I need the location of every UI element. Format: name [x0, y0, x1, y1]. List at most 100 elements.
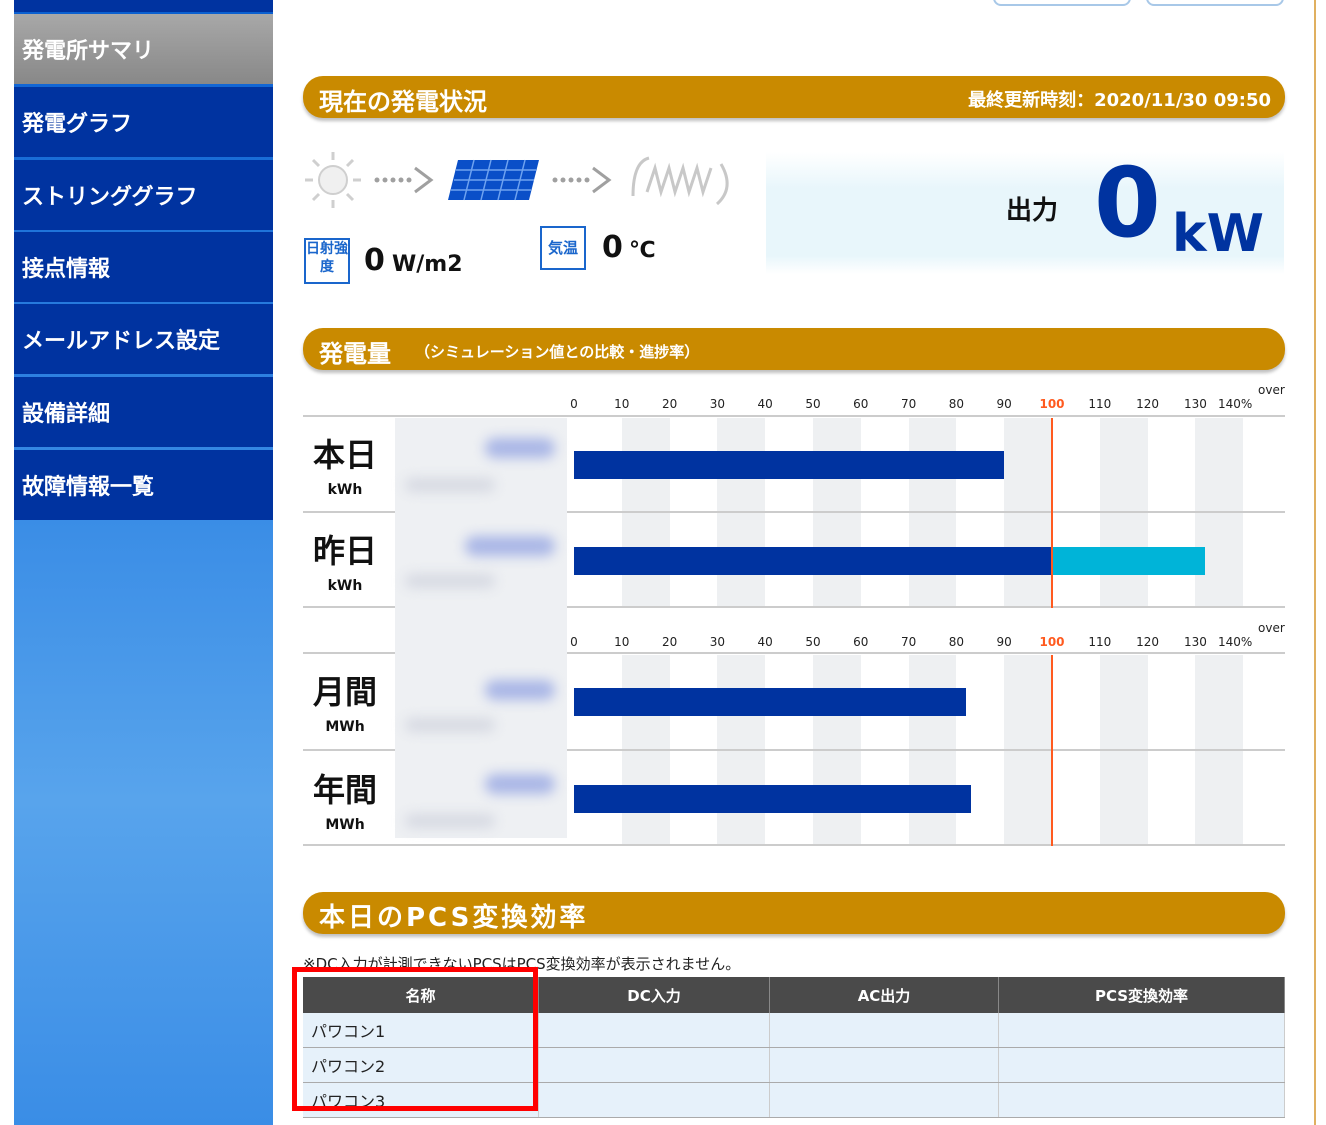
content-border: [1314, 0, 1316, 1125]
row-label-year: 年間 MWh: [303, 765, 387, 833]
row-unit: MWh: [325, 817, 365, 833]
blurred-value: [405, 478, 495, 492]
x-tick-label: 50: [805, 397, 821, 411]
ac-output-cell-blurred: [769, 1082, 999, 1118]
ac-output-cell-blurred: [769, 1047, 999, 1083]
x-tick-label: 30: [709, 635, 726, 649]
irradiance-value: 0: [364, 243, 385, 278]
temperature-unit: ℃: [629, 238, 656, 263]
sidebar-item-email-settings[interactable]: メールアドレス設定: [14, 304, 273, 374]
temperature-value: 0: [602, 230, 623, 265]
x-tick-label: 10: [614, 397, 630, 411]
output-value: 0: [1094, 147, 1161, 259]
top-button-1[interactable]: [993, 0, 1131, 6]
sidebar-top-item[interactable]: [14, 0, 273, 12]
arrow-right-icon: [552, 166, 612, 194]
blurred-value: [485, 438, 555, 458]
row-title: 昨日: [312, 532, 377, 570]
pcs-section-title: 本日のPCS変換効率: [319, 903, 589, 933]
highlight-box: [292, 967, 538, 1111]
blurred-value: [485, 774, 555, 794]
bar-本日: [574, 451, 1005, 479]
x-tick-over-label: over: [1258, 383, 1285, 397]
bar-昨日: [574, 547, 1052, 575]
x-tick-label: 50: [805, 635, 821, 649]
efficiency-cell-blurred: [998, 1082, 1285, 1118]
row-unit: MWh: [325, 719, 365, 735]
sidebar-item-label: 発電所サマリ: [22, 39, 155, 64]
x-tick-label: 110: [1088, 635, 1112, 649]
status-section-header: 現在の発電状況 最終更新時刻：2020/11/30 09:50: [303, 76, 1285, 118]
x-tick-label: 20: [661, 397, 678, 411]
x-tick-label: 30: [709, 397, 726, 411]
row-unit: kWh: [327, 578, 363, 594]
sidebar-item-fault-list[interactable]: 故障情報一覧: [14, 450, 273, 520]
top-button-2[interactable]: [1146, 0, 1284, 6]
x-tick-label: 70: [900, 635, 917, 649]
sidebar-item-label: ストリンググラフ: [22, 185, 198, 210]
sidebar-item-equipment-details[interactable]: 設備詳細: [14, 377, 273, 447]
blurred-value: [485, 680, 555, 700]
x-tick-label: 80: [948, 635, 965, 649]
x-tick-label: 10: [614, 635, 630, 649]
sidebar-item-label: 接点情報: [22, 257, 111, 282]
chart-grid-band: [1004, 418, 1052, 608]
sidebar: 発電所サマリ 発電グラフ ストリンググラフ 接点情報 メールアドレス設定 設備詳…: [14, 0, 273, 1125]
blurred-value: [405, 814, 495, 828]
dc-input-cell-blurred: [538, 1013, 770, 1048]
row-label-today: 本日 kWh: [303, 430, 387, 498]
x-tick-label: 140%: [1218, 397, 1253, 411]
sidebar-item-contact-info[interactable]: 接点情報: [14, 232, 273, 302]
generation-section-title: 発電量: [319, 340, 391, 368]
sidebar-item-string-graph[interactable]: ストリンググラフ: [14, 160, 273, 230]
temperature-badge: 気温: [540, 226, 586, 270]
power-wave-icon: [631, 156, 729, 206]
x-tick-label: 130: [1183, 397, 1207, 411]
x-tick-label: 120: [1136, 397, 1160, 411]
blurred-value: [465, 536, 555, 556]
x-tick-label: 110: [1088, 397, 1112, 411]
output-unit: kW: [1172, 204, 1264, 264]
irradiance-badge: 日射強度: [304, 238, 350, 284]
row-divider: [303, 844, 1285, 846]
row-title: 年間: [312, 771, 377, 809]
x-tick-label: 40: [757, 635, 773, 649]
row-title: 月間: [312, 673, 377, 711]
reference-line-100: [1051, 655, 1053, 846]
dc-input-cell-blurred: [538, 1082, 770, 1118]
blurred-value: [405, 718, 495, 732]
output-label: 出力: [1006, 196, 1059, 226]
sidebar-item-generation-graph[interactable]: 発電グラフ: [14, 87, 273, 157]
chart-grid-band: [621, 418, 670, 608]
last-updated-time: 最終更新時刻：2020/11/30 09:50: [968, 90, 1271, 111]
dc-input-cell-blurred: [538, 1047, 770, 1083]
sidebar-item-label: 設備詳細: [22, 402, 111, 427]
row-unit: kWh: [327, 482, 363, 498]
sidebar-item-label: 故障情報一覧: [22, 475, 155, 500]
pcs-section-header: 本日のPCS変換効率: [303, 892, 1285, 934]
x-tick-label: 0: [570, 397, 578, 411]
ac-output-cell-blurred: [769, 1013, 999, 1048]
x-tick-over-label: over: [1258, 621, 1285, 635]
x-tick-label: 60: [853, 397, 869, 411]
row-label-yesterday: 昨日 kWh: [303, 526, 387, 594]
x-tick-label: 130: [1183, 635, 1207, 649]
output-box: 出力 0 kW: [766, 148, 1284, 274]
chart-grid-band: [908, 418, 957, 608]
column-header-ac-output: AC出力: [769, 977, 999, 1013]
x-tick-label: 20: [661, 635, 678, 649]
reference-line-100: [1051, 418, 1053, 608]
value-column-blurred: [395, 418, 567, 838]
x-tick-label: 140%: [1218, 635, 1253, 649]
bar-年間: [574, 785, 971, 813]
x-tick-label: 90: [996, 635, 1012, 649]
x-tick-label: 90: [996, 397, 1012, 411]
bar-月間: [574, 688, 966, 716]
sidebar-item-plant-summary[interactable]: 発電所サマリ: [14, 14, 273, 84]
chart-grid-band: [813, 418, 861, 608]
solar-panel-icon: [448, 159, 539, 201]
x-tick-label: 40: [757, 397, 773, 411]
sidebar-item-label: 発電グラフ: [22, 112, 133, 137]
x-tick-label: 70: [900, 397, 917, 411]
x-tick-label: 120: [1136, 635, 1160, 649]
